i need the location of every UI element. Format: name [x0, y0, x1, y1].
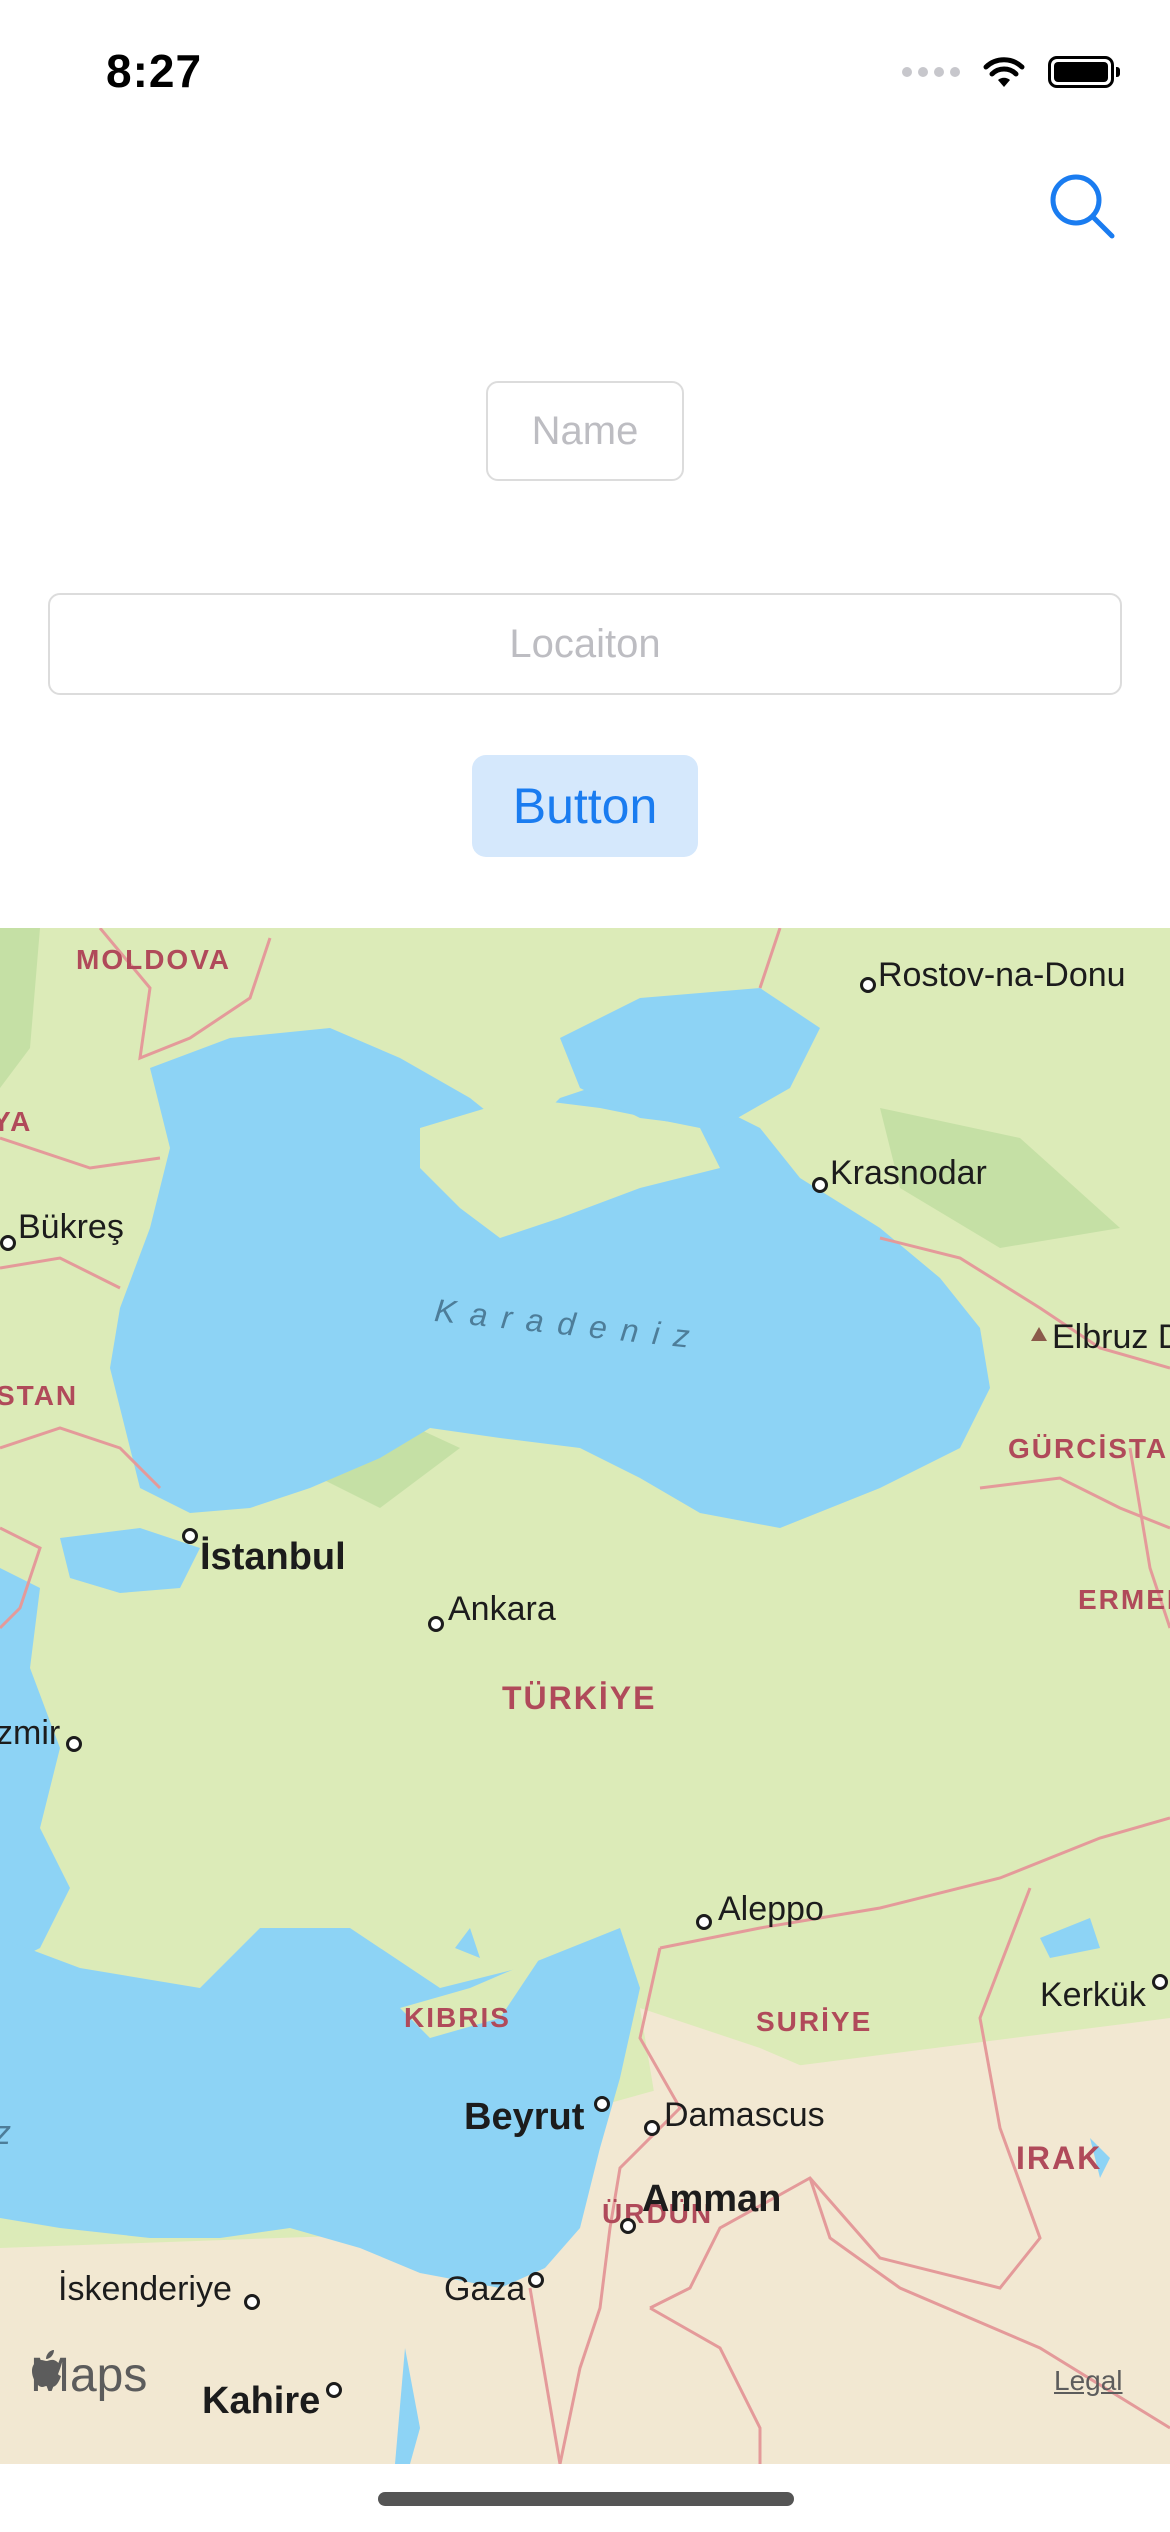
- city-amman: Amman: [642, 2178, 782, 2220]
- location-field[interactable]: [48, 593, 1122, 695]
- city-marker: [0, 1235, 16, 1251]
- label-ya: YA: [0, 1106, 33, 1137]
- city-marker: [696, 1914, 712, 1930]
- battery-icon: [1048, 56, 1120, 88]
- label-gurcistan: GÜRCİSTAN: [1008, 1433, 1170, 1464]
- name-field[interactable]: [486, 381, 684, 481]
- city-marker: [66, 1736, 82, 1752]
- city-marker: [244, 2294, 260, 2310]
- maps-attribution: Maps: [30, 2348, 147, 2403]
- city-bukres: Bükreş: [18, 1208, 124, 1246]
- city-elbruz: Elbruz D: [1052, 1318, 1170, 1356]
- city-beyrut: Beyrut: [464, 2096, 585, 2138]
- mountain-peak-icon: [1031, 1327, 1047, 1341]
- legal-link[interactable]: Legal: [1054, 2365, 1123, 2397]
- city-aleppo: Aleppo: [718, 1890, 824, 1928]
- city-marker: [182, 1528, 198, 1544]
- map-view[interactable]: MOLDOVA YA STAN GÜRCİSTAN ERMEN TÜRKİYE …: [0, 928, 1170, 2464]
- label-turkiye: TÜRKİYE: [502, 1680, 657, 1716]
- wifi-icon: [983, 57, 1025, 87]
- label-suriye: SURİYE: [756, 2006, 873, 2037]
- city-marker: [326, 2382, 342, 2398]
- apple-logo-icon: [32, 2350, 61, 2387]
- label-edge-z: z: [0, 2114, 11, 2153]
- city-rostov: Rostov-na-Donu: [878, 956, 1126, 994]
- home-indicator[interactable]: [378, 2492, 794, 2506]
- status-icons: [902, 52, 1120, 92]
- city-kerkuk: Kerkük: [1040, 1976, 1146, 2014]
- city-gaza: Gaza: [444, 2270, 526, 2308]
- city-marker: [1152, 1974, 1168, 1990]
- city-marker: [528, 2272, 544, 2288]
- city-krasnodar: Krasnodar: [830, 1154, 987, 1192]
- city-marker: [860, 977, 876, 993]
- status-time: 8:27: [106, 45, 203, 97]
- city-marker: [644, 2120, 660, 2136]
- status-bar: 8:27: [0, 0, 1170, 140]
- label-irak: IRAK: [1016, 2140, 1103, 2176]
- label-stan: STAN: [0, 1380, 79, 1411]
- search-icon[interactable]: [1046, 170, 1118, 242]
- cellular-signal-icon: [902, 67, 960, 77]
- city-marker: [594, 2096, 610, 2112]
- city-marker: [812, 1177, 828, 1193]
- label-kibris: KIBRIS: [404, 2002, 511, 2033]
- city-ankara: Ankara: [448, 1590, 556, 1628]
- label-ermen: ERMEN: [1078, 1584, 1170, 1615]
- city-istanbul: İstanbul: [200, 1536, 346, 1578]
- city-iskenderiye: İskenderiye: [58, 2270, 232, 2308]
- label-moldova: MOLDOVA: [76, 944, 232, 975]
- city-marker: [428, 1616, 444, 1632]
- submit-button[interactable]: Button: [472, 755, 698, 857]
- city-damascus: Damascus: [664, 2096, 825, 2134]
- city-marker: [620, 2218, 636, 2234]
- city-izmir: zmir: [0, 1714, 61, 1752]
- city-kahire: Kahire: [202, 2380, 321, 2422]
